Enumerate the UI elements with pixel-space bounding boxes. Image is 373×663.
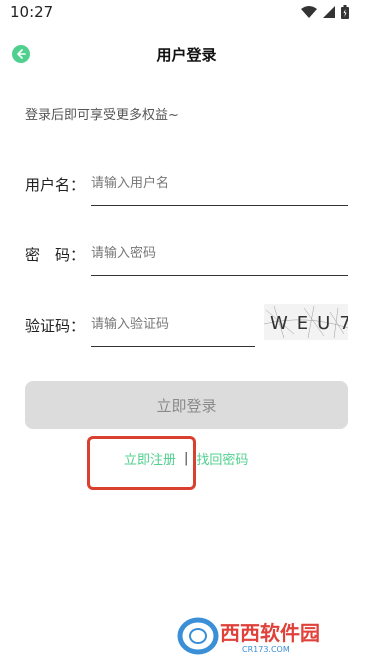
password-input[interactable] [91,238,347,268]
username-underline [91,205,348,206]
username-input[interactable] [91,168,347,198]
captcha-underline [91,346,255,347]
status-bar: 10:27 [0,0,373,26]
captcha-input[interactable] [91,309,251,339]
watermark-domain: CR173.COM [242,645,290,654]
battery-icon [341,5,349,19]
username-label: 用户名： [25,176,86,194]
password-label: 密 码： [25,246,86,264]
captcha-label: 验证码： [25,317,86,335]
status-icons [301,5,349,19]
captcha-image[interactable]: WEU7 [264,304,348,340]
watermark-brand: 西西软件园 [220,621,320,645]
captcha-text: WEU7 [270,313,348,334]
password-underline [91,275,348,276]
signal-icon [323,6,335,18]
status-time: 10:27 [10,3,54,21]
watermark-logo: 西西软件园 CR173.COM [177,617,320,655]
page-title: 用户登录 [156,46,217,64]
wifi-icon [301,6,317,18]
login-button[interactable]: 立即登录 [25,381,348,429]
forgot-password-link[interactable]: 找回密码 [196,449,248,468]
navigation-bar: 用户登录 [0,36,373,72]
login-hint: 登录后即可享受更多权益~ [25,108,179,123]
highlight-annotation [87,436,196,490]
